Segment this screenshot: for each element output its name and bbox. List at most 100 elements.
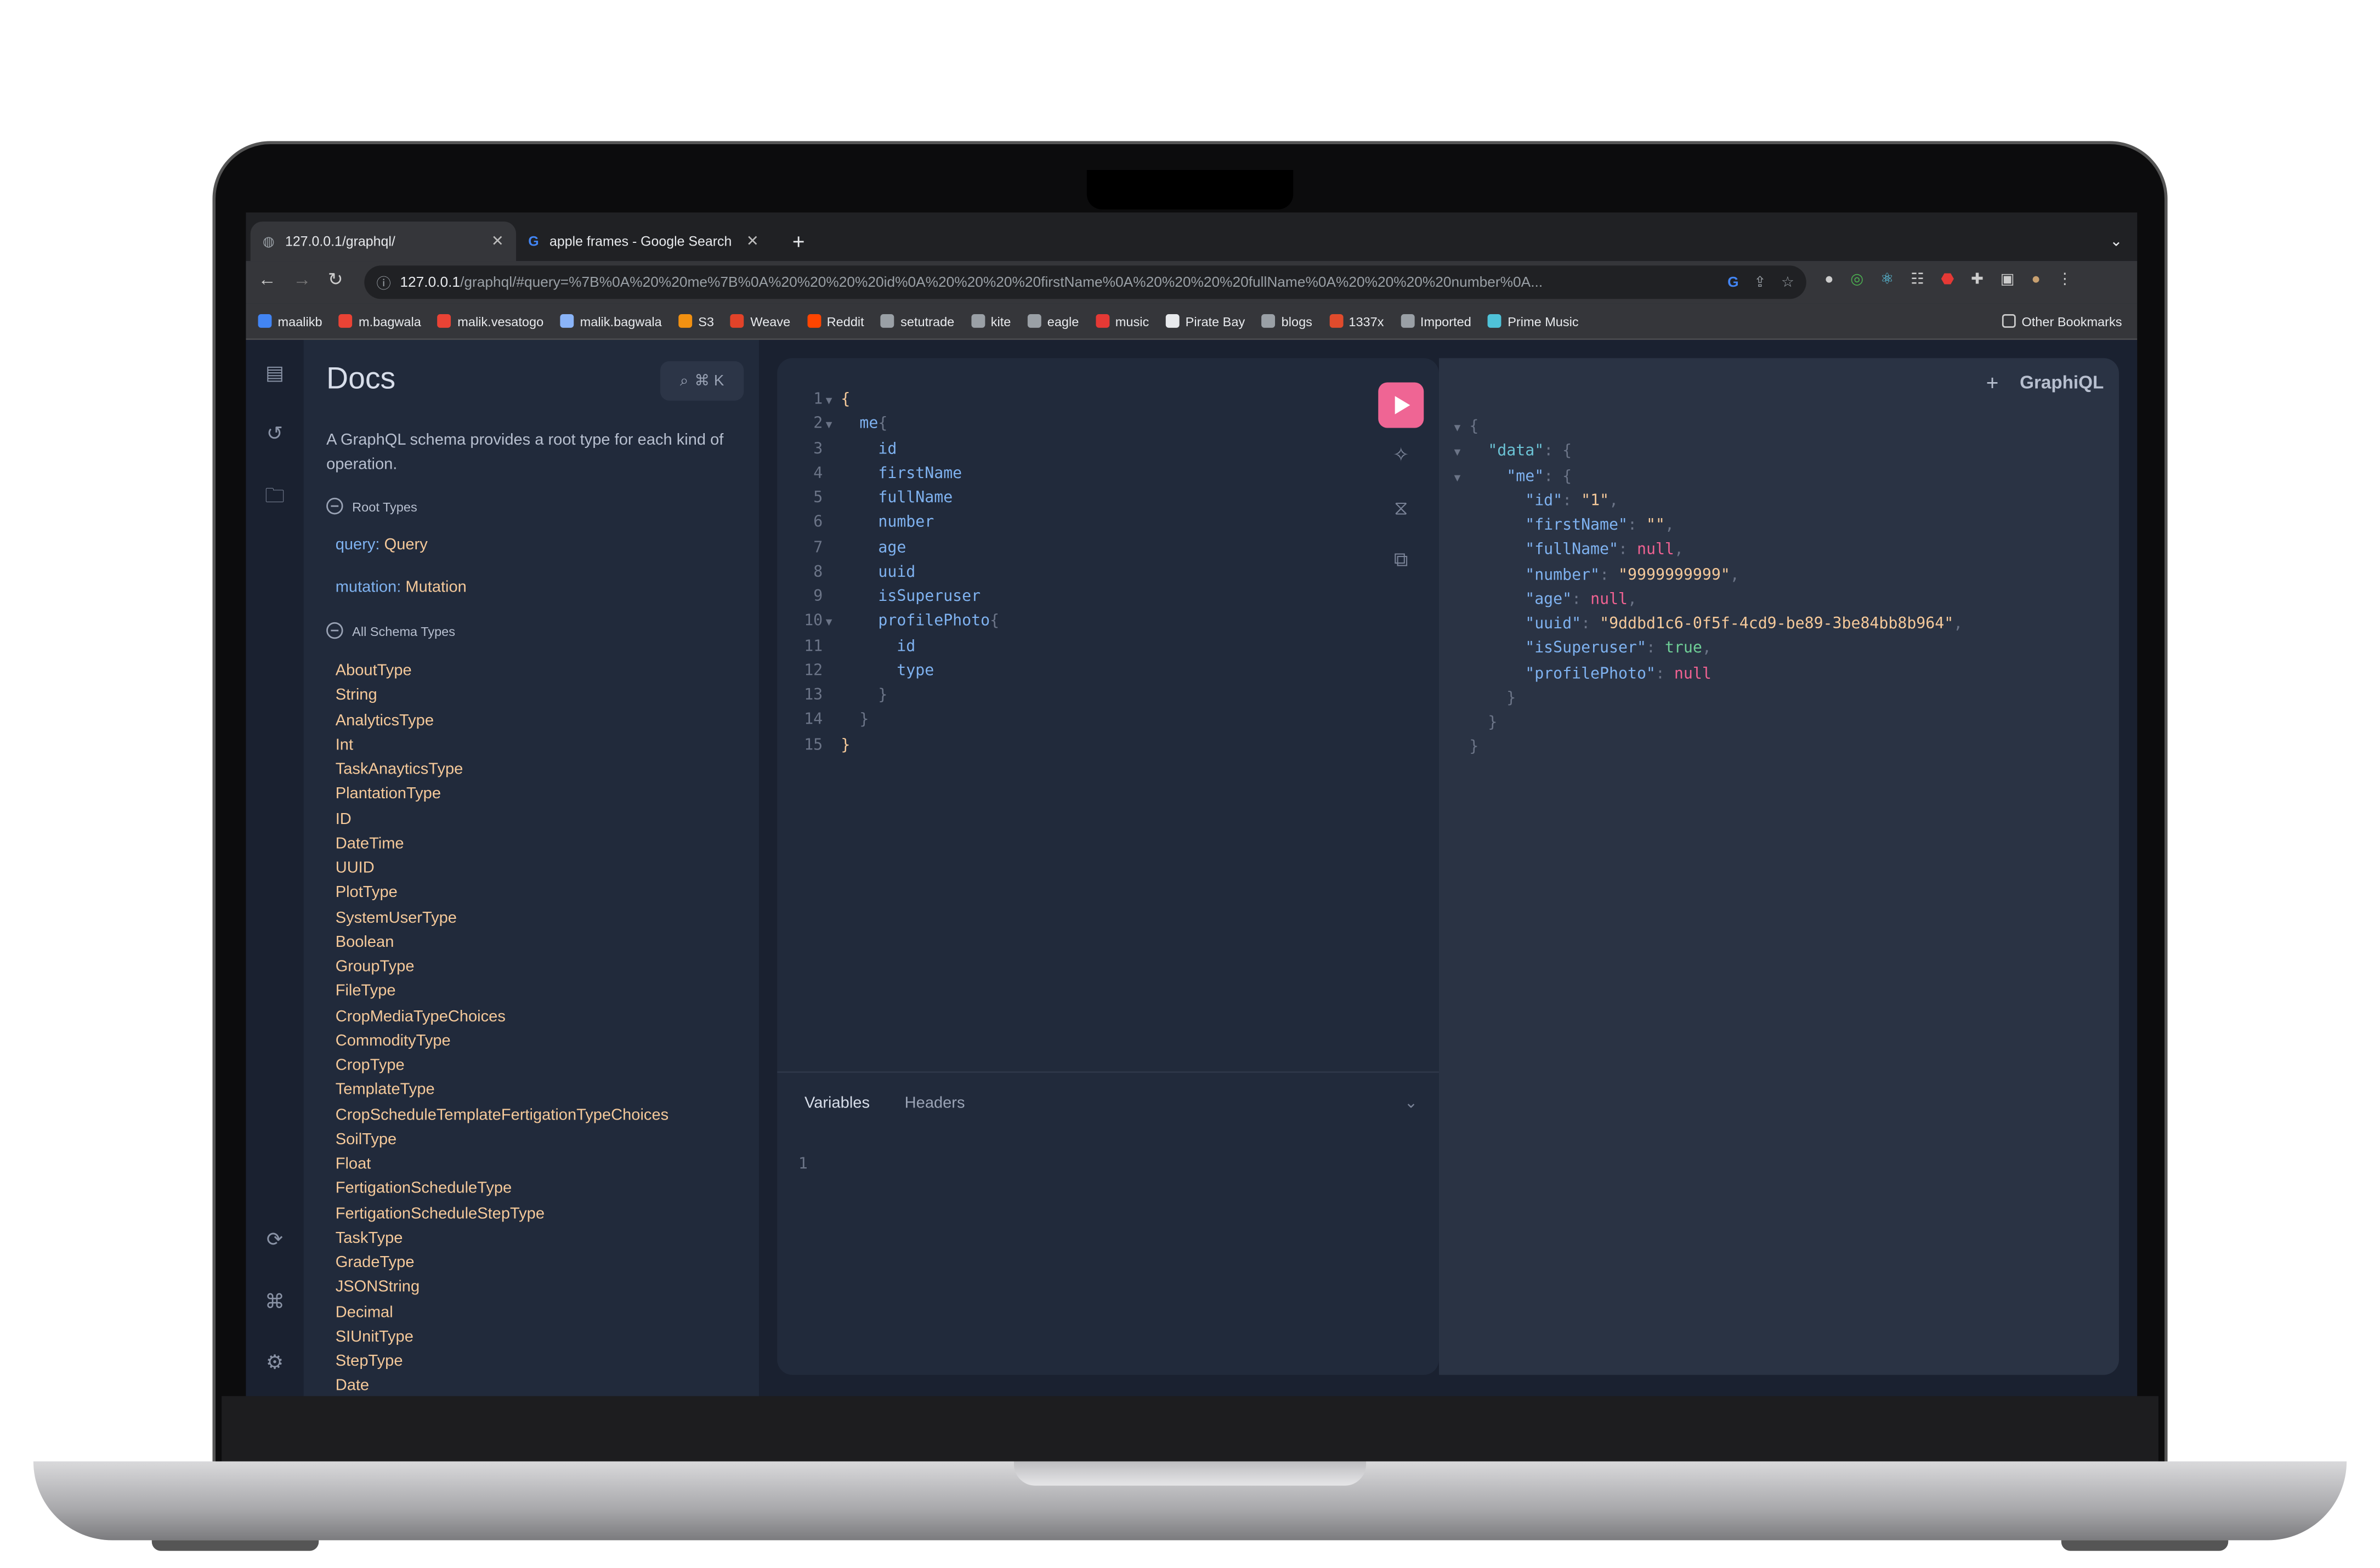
- schema-type-link[interactable]: JSONString: [336, 1275, 668, 1300]
- other-bookmarks[interactable]: Other Bookmarks: [2002, 314, 2122, 328]
- bookmarks-bar: maalikb m.bagwala malik.vesatogo malik.bagw…: [246, 303, 2138, 340]
- schema-type-link[interactable]: PlotType: [336, 880, 668, 905]
- close-tab-icon[interactable]: ✕: [491, 233, 504, 249]
- schema-type-link[interactable]: Float: [336, 1152, 668, 1177]
- bookmark-item[interactable]: setutrade: [881, 314, 954, 328]
- schema-type-link[interactable]: CropType: [336, 1053, 668, 1078]
- address-bar[interactable]: ⓘ 127.0.0.1/graphql/#query=%7B%0A%20%20m…: [364, 265, 1806, 299]
- reload-icon[interactable]: ↻: [328, 269, 343, 290]
- bookmark-item[interactable]: 1337x: [1329, 314, 1384, 328]
- avatar[interactable]: ●: [2031, 271, 2041, 288]
- history-icon[interactable]: ↺: [263, 422, 287, 446]
- root-type-query[interactable]: query: Query: [336, 536, 428, 554]
- bookmark-item[interactable]: music: [1095, 314, 1149, 328]
- bookmark-item[interactable]: malik.vesatogo: [438, 314, 543, 328]
- bookmark-item[interactable]: Imported: [1400, 314, 1471, 328]
- fold-arrow-icon[interactable]: ▼: [826, 610, 841, 635]
- forward-icon[interactable]: →: [293, 269, 311, 290]
- bookmark-star-icon[interactable]: ☆: [1781, 274, 1794, 291]
- schema-type-link[interactable]: UUID: [336, 856, 668, 880]
- puzzle-icon[interactable]: ✚: [1971, 271, 1984, 288]
- schema-type-link[interactable]: FertigationScheduleType: [336, 1177, 668, 1201]
- schema-type-link[interactable]: CropMediaTypeChoices: [336, 1004, 668, 1029]
- share-icon[interactable]: ⇪: [1754, 274, 1766, 291]
- new-tab-button[interactable]: +: [780, 221, 817, 261]
- schema-type-link[interactable]: Decimal: [336, 1300, 668, 1325]
- schema-type-link[interactable]: Int: [336, 732, 668, 757]
- sidepanel-icon[interactable]: ▣: [2001, 271, 2015, 288]
- schema-type-link[interactable]: Boolean: [336, 930, 668, 955]
- shortcuts-icon[interactable]: ⌘: [263, 1290, 287, 1314]
- run-query-button[interactable]: [1378, 382, 1424, 428]
- bookmark-item[interactable]: Weave: [730, 314, 790, 328]
- prettify-icon[interactable]: ✧: [1387, 443, 1415, 470]
- json-token: "profilePhoto": [1525, 665, 1656, 683]
- settings-gear-icon[interactable]: ⚙: [263, 1350, 287, 1374]
- add-tab-icon[interactable]: +: [1986, 370, 1999, 394]
- copy-icon[interactable]: ⧉: [1387, 548, 1415, 575]
- schema-type-link[interactable]: SoilType: [336, 1127, 668, 1152]
- tab-graphql[interactable]: ◍ 127.0.0.1/graphql/ ✕: [250, 221, 517, 262]
- bookmark-item[interactable]: m.bagwala: [339, 314, 421, 328]
- bookmark-item[interactable]: kite: [971, 314, 1011, 328]
- query-editor[interactable]: 1 ▼{2 ▼ me{3 id 4 firstName 5 fullName 6 numb…: [777, 389, 999, 759]
- schema-type-link[interactable]: FileType: [336, 979, 668, 1004]
- tab-google-search[interactable]: G apple frames - Google Search ✕: [516, 221, 771, 261]
- schema-type-link[interactable]: ID: [336, 806, 668, 831]
- schema-type-link[interactable]: TemplateType: [336, 1078, 668, 1103]
- chevron-down-icon[interactable]: ⌄: [1404, 1093, 1418, 1111]
- schema-type-link[interactable]: SIUnitType: [336, 1325, 668, 1349]
- schema-type-link[interactable]: GroupType: [336, 955, 668, 979]
- bookmark-item[interactable]: eagle: [1027, 314, 1079, 328]
- fold-arrow-icon[interactable]: ▼: [1454, 465, 1470, 490]
- extension-icon[interactable]: ☷: [1911, 271, 1924, 288]
- schema-type-link[interactable]: GradeType: [336, 1251, 668, 1275]
- bookmark-item[interactable]: S3: [678, 314, 714, 328]
- tab-variables[interactable]: Variables: [804, 1093, 870, 1111]
- schema-type-link[interactable]: String: [336, 683, 668, 708]
- schema-type-link[interactable]: TaskAnayticsType: [336, 757, 668, 782]
- extension-icon[interactable]: ◎: [1850, 271, 1863, 288]
- schema-type-link[interactable]: DateTime: [336, 831, 668, 856]
- bookmark-item[interactable]: Pirate Bay: [1165, 314, 1245, 328]
- type-link[interactable]: Mutation: [405, 578, 466, 596]
- docs-search-button[interactable]: ⌕ ⌘ K: [660, 361, 744, 401]
- back-icon[interactable]: ←: [258, 269, 276, 290]
- extension-icon[interactable]: ⬣: [1941, 271, 1954, 288]
- merge-fragments-icon[interactable]: ⧖: [1387, 496, 1415, 524]
- variables-editor[interactable]: 1: [798, 1154, 808, 1178]
- schema-type-link[interactable]: FertigationScheduleStepType: [336, 1201, 668, 1226]
- schema-type-link[interactable]: AnalyticsType: [336, 708, 668, 732]
- bookmark-item[interactable]: malik.bagwala: [560, 314, 662, 328]
- schema-type-link[interactable]: CropScheduleTemplateFertigationTypeChoic…: [336, 1103, 668, 1127]
- react-devtools-icon[interactable]: ⚛: [1880, 271, 1894, 288]
- schema-type-link[interactable]: CommodityType: [336, 1029, 668, 1053]
- schema-type-link[interactable]: SystemUserType: [336, 905, 668, 930]
- fold-arrow-icon[interactable]: ▼: [1454, 416, 1470, 440]
- schema-type-link[interactable]: TaskType: [336, 1226, 668, 1251]
- tab-search-chevron-icon[interactable]: ⌄: [2098, 221, 2135, 261]
- json-token: "1": [1581, 492, 1610, 510]
- close-tab-icon[interactable]: ✕: [746, 233, 759, 249]
- type-link[interactable]: Query: [384, 536, 428, 554]
- extension-icon[interactable]: ●: [1824, 271, 1834, 288]
- fold-arrow-icon[interactable]: ▼: [1454, 440, 1470, 465]
- bookmark-item[interactable]: Reddit: [807, 314, 864, 328]
- schema-type-link[interactable]: AboutType: [336, 658, 668, 683]
- menu-icon[interactable]: ⋮: [2057, 271, 2072, 288]
- bookmark-item[interactable]: Prime Music: [1488, 314, 1579, 328]
- schema-type-link[interactable]: Date: [336, 1374, 668, 1396]
- code-token: profilePhoto: [878, 613, 990, 630]
- bookmark-item[interactable]: blogs: [1261, 314, 1312, 328]
- root-type-mutation[interactable]: mutation: Mutation: [336, 578, 467, 596]
- bookmark-item[interactable]: maalikb: [258, 314, 322, 328]
- explorer-folder-icon[interactable]: 🗀: [263, 484, 287, 508]
- google-lens-icon[interactable]: G: [1727, 274, 1738, 291]
- docs-icon[interactable]: ▤: [263, 361, 287, 385]
- schema-type-link[interactable]: PlantationType: [336, 782, 668, 806]
- refetch-schema-icon[interactable]: ⟳: [263, 1228, 287, 1252]
- schema-type-link[interactable]: StepType: [336, 1349, 668, 1374]
- fold-arrow-icon[interactable]: ▼: [826, 389, 841, 413]
- tab-headers[interactable]: Headers: [905, 1093, 965, 1111]
- fold-arrow-icon[interactable]: ▼: [826, 413, 841, 438]
